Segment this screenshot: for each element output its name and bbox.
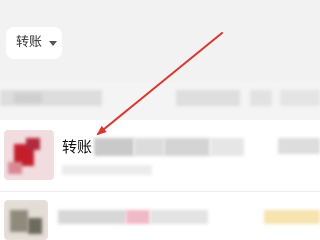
transfer-filter-label: 转账 [16, 35, 43, 50]
transaction-row[interactable]: 转账 [0, 120, 320, 192]
blurred-text [58, 210, 126, 224]
transaction-row[interactable] [0, 192, 320, 240]
avatar [4, 130, 54, 180]
blurred-text [164, 138, 210, 156]
blurred-text [14, 93, 42, 103]
avatar [4, 200, 48, 240]
blurred-text [210, 138, 244, 156]
blurred-text [134, 138, 164, 156]
transfer-filter-dropdown[interactable]: 转账 [6, 27, 62, 59]
blurred-text [126, 210, 150, 224]
filter-bar: 转账 [0, 0, 320, 82]
blurred-text [176, 90, 240, 106]
caret-down-icon [49, 41, 57, 46]
blurred-amount [264, 210, 320, 224]
screen: 转账 转账 [0, 0, 320, 240]
summary-strip-blurred [0, 82, 320, 120]
blurred-text [150, 210, 208, 224]
blurred-amount [278, 138, 320, 154]
blurred-text [250, 90, 272, 106]
blurred-text [280, 90, 320, 106]
blurred-subtitle [62, 165, 152, 175]
blurred-text [94, 138, 134, 156]
transaction-title: 转账 [62, 138, 93, 156]
